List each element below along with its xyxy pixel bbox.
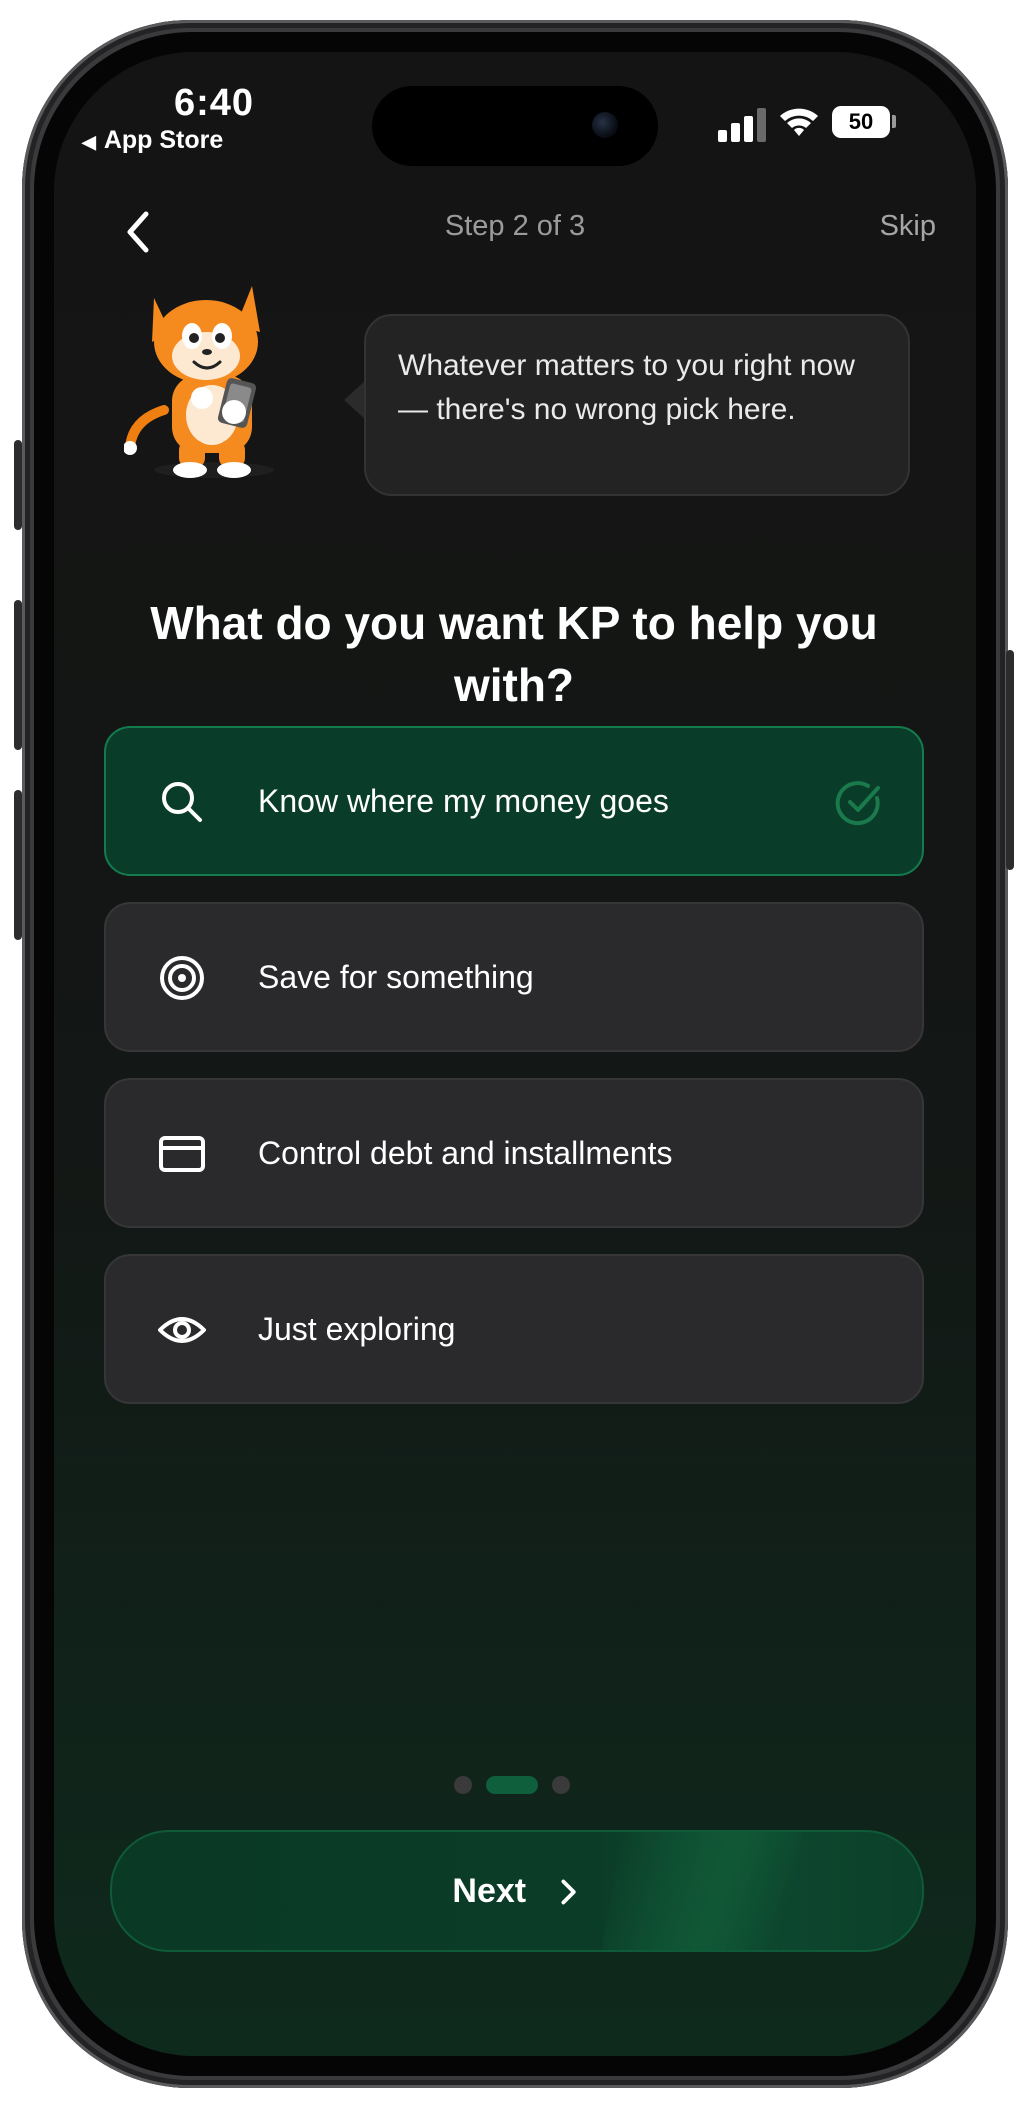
option-label: Know where my money goes [258, 783, 669, 819]
action-button [14, 440, 22, 530]
status-time: 6:40 [174, 82, 255, 124]
credit-card-icon [159, 1136, 205, 1172]
option-control-debt[interactable]: Control debt and installments [104, 1078, 924, 1228]
search-icon [162, 782, 202, 822]
battery-tip [892, 115, 896, 128]
speech-bubble-tail [344, 380, 366, 420]
option-label: Just exploring [258, 1311, 456, 1347]
chevron-right-icon [561, 1879, 576, 1905]
option-know-where-money-goes[interactable]: Know where my money goes [104, 726, 924, 876]
dynamic-island [372, 86, 658, 166]
volume-up-button [14, 600, 22, 750]
volume-down-button [14, 790, 22, 940]
option-label: Control debt and installments [258, 1135, 673, 1171]
target-icon [160, 956, 204, 1000]
option-label: Save for something [258, 959, 534, 995]
check-circle-icon [835, 781, 880, 826]
screen: 6:40 ◀ App Store 50 Step 2 of 3 Skip Wha… [54, 52, 976, 2056]
cat-mascot-illustration [124, 286, 274, 478]
wifi-icon [780, 108, 818, 136]
option-just-exploring[interactable]: Just exploring [104, 1254, 924, 1404]
back-to-app-link[interactable]: ◀ App Store [82, 126, 223, 155]
power-button [1006, 650, 1014, 870]
back-triangle-icon: ◀ [82, 132, 96, 152]
next-button-label: Next [452, 1872, 527, 1910]
speech-bubble: Whatever matters to you right now — ther… [364, 314, 910, 496]
battery-indicator: 50 [832, 106, 890, 138]
page-indicator [54, 1776, 976, 1796]
question-title: What do you want KP to help you with? [150, 597, 878, 711]
step-indicator: Step 2 of 3 [444, 210, 586, 242]
back-app-label: App Store [103, 126, 224, 154]
option-save-for-something[interactable]: Save for something [104, 902, 924, 1052]
eye-icon [158, 1317, 206, 1343]
cellular-signal-icon [718, 108, 766, 142]
skip-button[interactable]: Skip [880, 210, 936, 243]
next-button[interactable]: Next [110, 1830, 924, 1952]
page-dot [552, 1776, 570, 1794]
page-dot-active [486, 1776, 538, 1794]
next-button-row: Next [112, 1832, 922, 1950]
camera-icon [592, 112, 618, 138]
page-dot [454, 1776, 472, 1794]
